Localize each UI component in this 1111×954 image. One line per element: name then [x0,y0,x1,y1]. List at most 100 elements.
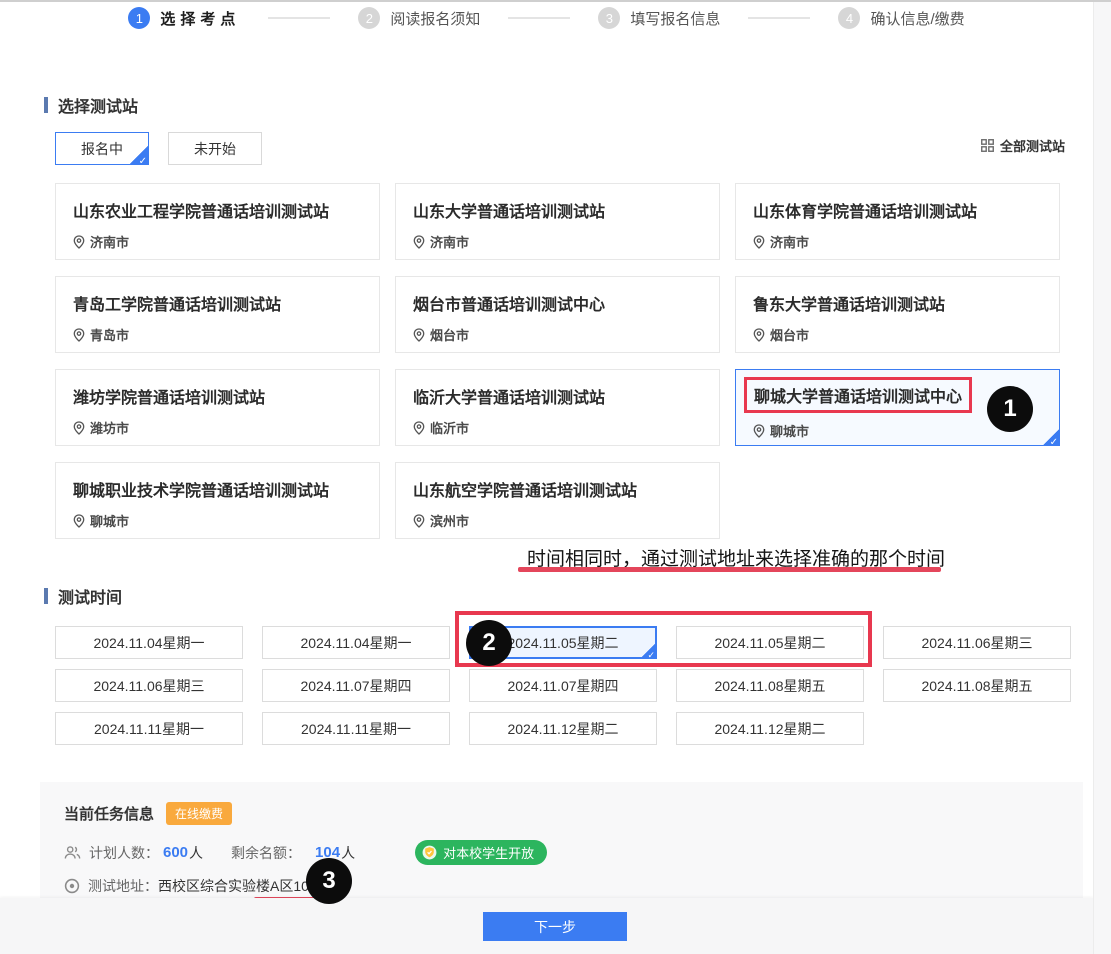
station-city: 潍坊市 [90,418,129,437]
plan-count-label: 计划人数： [89,843,159,863]
date-label: 2024.11.06星期三 [921,633,1032,653]
date-option[interactable]: 2024.11.12星期二 [676,712,864,745]
map-pin-icon [73,514,85,528]
date-option[interactable]: 2024.11.08星期五 [676,669,864,702]
tab-registering[interactable]: 报名中 [55,132,149,165]
tab-not-started[interactable]: 未开始 [168,132,262,165]
step-fill-info: 3 填写报名信息 [598,7,720,29]
all-stations-label: 全部测试站 [1000,136,1065,155]
station-card[interactable]: 潍坊学院普通话培训测试站 潍坊市 [55,369,380,446]
date-label: 2024.11.11星期一 [301,719,411,739]
next-step-button[interactable]: 下一步 [483,912,627,941]
date-label: 2024.11.12星期二 [714,719,825,739]
page-right-margin [1093,2,1111,954]
date-label: 2024.11.07星期四 [300,676,411,696]
footer-bar: 下一步 [0,898,1093,954]
station-card[interactable]: 临沂大学普通话培训测试站 临沂市 [395,369,720,446]
map-pin-icon [73,421,85,435]
station-city: 青岛市 [90,325,129,344]
station-section-title: 选择测试站 [58,93,138,117]
station-name: 潍坊学院普通话培训测试站 [73,384,362,408]
date-option[interactable]: 2024.11.12星期二 [469,712,657,745]
station-card[interactable]: 山东体育学院普通话培训测试站 济南市 [735,183,1060,260]
date-label: 2024.11.07星期四 [507,676,618,696]
station-city: 烟台市 [770,325,809,344]
station-city: 滨州市 [430,511,469,530]
station-section-header: 选择测试站 [44,93,138,117]
section-accent-bar [44,97,48,113]
test-address-value: 西校区综合实验楼A区105室 [158,876,331,896]
map-pin-icon [413,421,425,435]
station-card-selected[interactable]: 聊城大学普通话培训测试中心 聊城市 1 [735,369,1060,446]
task-info-panel: 当前任务信息 在线缴费 计划人数： 600 人 剩余名额： 104 人 [40,782,1083,898]
time-section-title: 测试时间 [58,584,122,608]
map-pin-icon [753,424,765,438]
station-card-grid: 山东农业工程学院普通话培训测试站 济南市 山东大学普通话培训测试站 济南市 山东… [55,183,1060,539]
step-select-site: 1 选择考点 [128,7,240,29]
date-label: 2024.11.12星期二 [507,719,618,739]
date-option[interactable]: 2024.11.07星期四 [262,669,450,702]
station-name: 青岛工学院普通话培训测试站 [73,291,362,315]
station-city: 济南市 [430,232,469,251]
date-option-grid: 2024.11.04星期一 2024.11.04星期一 2024.11.05星期… [55,626,1071,745]
check-corner-icon [1042,428,1060,446]
date-option[interactable]: 2024.11.11星期一 [55,712,243,745]
step-connector [748,17,810,19]
remaining-quota-unit: 人 [341,843,355,863]
date-option[interactable]: 2024.11.04星期一 [55,626,243,659]
step-label-3: 填写报名信息 [630,8,720,29]
date-option[interactable]: 2024.11.05星期二 [676,626,864,659]
open-to-school-badge: 对本校学生开放 [415,840,547,865]
date-label: 2024.11.06星期三 [93,676,204,696]
station-city: 烟台市 [430,325,469,344]
station-name: 烟台市普通话培训测试中心 [413,291,702,315]
station-name: 鲁东大学普通话培训测试站 [753,291,1042,315]
station-card[interactable]: 山东大学普通话培训测试站 济南市 [395,183,720,260]
grid-icon [981,139,994,152]
date-label: 2024.11.04星期一 [93,633,204,653]
map-pin-icon [753,235,765,249]
map-pin-icon [413,235,425,249]
date-option[interactable]: 2024.11.06星期三 [55,669,243,702]
map-pin-icon [73,328,85,342]
date-label: 2024.11.05星期二 [507,633,618,653]
station-card[interactable]: 聊城职业技术学院普通话培训测试站 聊城市 [55,462,380,539]
date-option[interactable]: 2024.11.06星期三 [883,626,1071,659]
map-pin-icon [413,514,425,528]
step-number-3: 3 [598,7,620,29]
station-card[interactable]: 烟台市普通话培训测试中心 烟台市 [395,276,720,353]
station-name: 聊城职业技术学院普通话培训测试站 [73,477,362,501]
station-card[interactable]: 青岛工学院普通话培训测试站 青岛市 [55,276,380,353]
date-label: 2024.11.05星期二 [714,633,825,653]
step-confirm-pay: 4 确认信息/缴费 [838,7,964,29]
annotation-badge-2: 2 [466,620,512,666]
station-card[interactable]: 鲁东大学普通话培训测试站 烟台市 [735,276,1060,353]
location-target-icon [64,878,80,894]
step-indicator: 1 选择考点 2 阅读报名须知 3 填写报名信息 4 确认信息/缴费 [0,7,1093,29]
section-accent-bar [44,588,48,604]
date-option[interactable]: 2024.11.07星期四 [469,669,657,702]
date-option[interactable]: 2024.11.11星期一 [262,712,450,745]
station-card[interactable]: 山东农业工程学院普通话培训测试站 济南市 [55,183,380,260]
step-connector [268,17,330,19]
date-option[interactable]: 2024.11.08星期五 [883,669,1071,702]
check-corner-icon [129,145,149,165]
annotation-badge-1: 1 [987,386,1033,432]
station-name: 临沂大学普通话培训测试站 [413,384,702,408]
station-city: 聊城市 [90,511,129,530]
plan-count-value: 600 [163,844,188,861]
time-section-header: 测试时间 [44,584,122,608]
station-card[interactable]: 山东航空学院普通话培训测试站 滨州市 [395,462,720,539]
step-connector [508,17,570,19]
step-read-notice: 2 阅读报名须知 [358,7,480,29]
test-address-part1: 西校区综合实验 [158,878,256,894]
date-option[interactable]: 2024.11.04星期一 [262,626,450,659]
annotation-note-underline [518,567,941,572]
all-stations-link[interactable]: 全部测试站 [981,136,1065,155]
top-divider [0,0,1111,2]
remaining-quota-label: 剩余名额： [231,843,301,863]
station-status-tabs: 报名中 未开始 [55,132,262,165]
station-city: 临沂市 [430,418,469,437]
station-city: 济南市 [770,232,809,251]
online-pay-badge: 在线缴费 [166,802,232,825]
